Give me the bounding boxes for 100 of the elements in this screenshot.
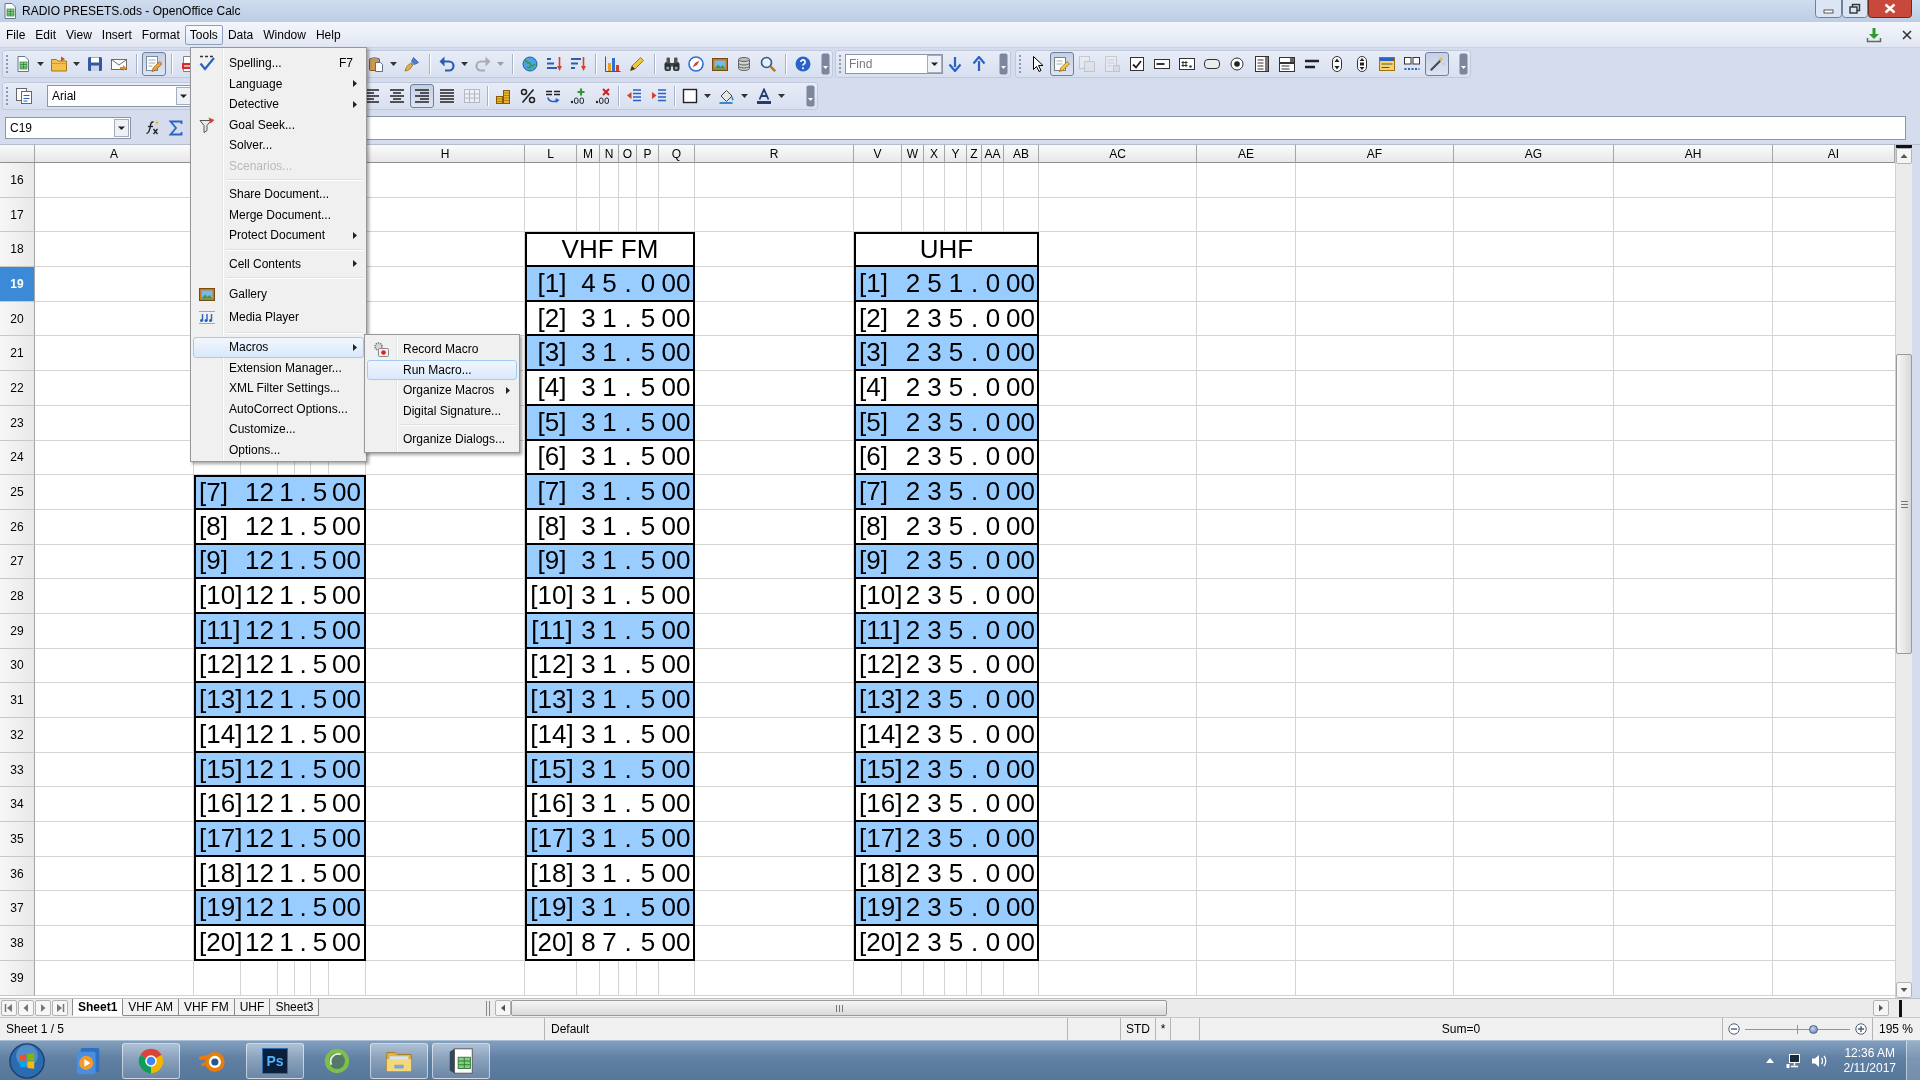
row-header[interactable]: 24: [0, 440, 35, 476]
menu-item[interactable]: Options...: [193, 439, 364, 460]
row-header[interactable]: 39: [0, 960, 35, 996]
pencil-page-icon[interactable]: [142, 52, 166, 76]
menu-item[interactable]: Record Macro: [367, 339, 517, 360]
menu-item[interactable]: Customize...: [193, 419, 364, 440]
speaker-icon[interactable]: [1810, 1052, 1827, 1069]
align-right-icon[interactable]: [409, 84, 434, 108]
coins-icon[interactable]: [494, 88, 511, 104]
row-header[interactable]: 21: [0, 336, 35, 372]
row-header[interactable]: 37: [0, 891, 35, 927]
column-header[interactable]: AG: [1454, 145, 1614, 163]
scroll-thumb[interactable]: [1896, 354, 1912, 654]
column-header[interactable]: AE: [1197, 145, 1296, 163]
menu-bar-item[interactable]: Edit: [30, 24, 62, 45]
menu-bar-item[interactable]: View: [61, 24, 97, 45]
list-box-icon[interactable]: [1253, 56, 1270, 72]
push-button-icon[interactable]: [1203, 56, 1220, 72]
dropdown-arrow-icon[interactable]: [461, 62, 468, 66]
triangle-left-icon[interactable]: [495, 1000, 511, 1016]
sheet-tab[interactable]: Sheet3: [270, 999, 320, 1016]
network-icon[interactable]: [1785, 1052, 1802, 1069]
slider-thumb[interactable]: [1808, 1024, 1818, 1034]
checkbox-icon[interactable]: [1128, 56, 1145, 72]
tray-arrow-icon[interactable]: [1765, 1058, 1774, 1063]
envelope-icon[interactable]: [111, 56, 127, 72]
globe-icon[interactable]: [522, 56, 538, 72]
magic-wand-icon[interactable]: [1424, 52, 1449, 76]
row-header[interactable]: 33: [0, 752, 35, 788]
menu-item[interactable]: Language: [193, 73, 364, 94]
paint-bucket-icon[interactable]: [718, 88, 735, 104]
sort-descending-icon[interactable]: [570, 56, 586, 72]
split-handle[interactable]: [1896, 145, 1912, 148]
compass-icon[interactable]: [688, 56, 704, 72]
menu-bar-item[interactable]: Help: [310, 24, 346, 45]
page-stack-icon[interactable]: [15, 88, 32, 104]
taskbar-button[interactable]: Ps: [246, 1042, 304, 1079]
column-header[interactable]: R: [695, 145, 854, 163]
menu-bar-item[interactable]: Format: [136, 24, 185, 45]
paintbrush-icon[interactable]: [404, 56, 420, 72]
column-header[interactable]: AC: [1039, 145, 1197, 163]
font-name-field[interactable]: Arial: [47, 85, 192, 107]
menu-item[interactable]: Organize Dialogs...: [367, 429, 517, 450]
help-icon[interactable]: [795, 56, 811, 72]
menu-bar-item[interactable]: Tools: [184, 24, 223, 45]
clipboard-icon[interactable]: [368, 56, 384, 72]
add-decimal-icon[interactable]: [569, 88, 586, 104]
column-header[interactable]: O: [619, 145, 637, 163]
dropdown-arrow-icon[interactable]: [73, 62, 80, 66]
column-header[interactable]: V: [854, 145, 902, 163]
sum-icon[interactable]: [168, 120, 184, 136]
column-header[interactable]: Y: [945, 145, 967, 163]
dropdown-arrow-icon[interactable]: [704, 94, 711, 98]
menu-item[interactable]: Media Player: [193, 305, 364, 329]
row-header[interactable]: 18: [0, 232, 35, 268]
column-header[interactable]: AF: [1296, 145, 1454, 163]
column-header[interactable]: X: [924, 145, 945, 163]
function-wizard-icon[interactable]: [144, 120, 160, 136]
row-header[interactable]: 19: [0, 267, 35, 302]
menu-item[interactable]: Goal Seek...: [193, 114, 364, 135]
binoculars-icon[interactable]: [664, 56, 680, 72]
menu-item[interactable]: Solver...: [193, 135, 364, 156]
font-color-icon[interactable]: [755, 88, 772, 104]
zoom-in-icon[interactable]: [1855, 1023, 1867, 1035]
dropdown-arrow-icon[interactable]: [741, 94, 748, 98]
menu-item[interactable]: Macros: [193, 337, 364, 358]
taskbar-button[interactable]: [432, 1042, 490, 1079]
radio-button-icon[interactable]: [1228, 56, 1245, 72]
menu-item[interactable]: Extension Manager...: [193, 357, 364, 378]
vertical-scrollbar[interactable]: [1895, 145, 1912, 998]
sheet-tab[interactable]: Sheet1: [72, 999, 124, 1016]
triangle-left-icon[interactable]: [18, 1000, 34, 1016]
row-header[interactable]: 23: [0, 405, 35, 441]
row-header[interactable]: 29: [0, 613, 35, 649]
undo-arrow-icon[interactable]: [439, 56, 455, 72]
menu-item[interactable]: XML Filter Settings...: [193, 378, 364, 399]
menu-item[interactable]: Merge Document...: [193, 204, 364, 225]
row-header[interactable]: 30: [0, 648, 35, 684]
menu-item[interactable]: Digital Signature...: [367, 400, 517, 421]
text-box-icon[interactable]: [1153, 56, 1170, 72]
menu-item[interactable]: Organize Macros: [367, 380, 517, 401]
menu-item[interactable]: Spelling... F7: [193, 53, 364, 74]
increase-indent-icon[interactable]: [650, 88, 667, 104]
split-handle[interactable]: [1899, 999, 1902, 1017]
row-header[interactable]: 35: [0, 822, 35, 857]
row-header[interactable]: 17: [0, 197, 35, 233]
triangle-right-icon[interactable]: [35, 1000, 51, 1016]
menu-bar-item[interactable]: Data: [222, 24, 259, 45]
column-header[interactable]: Z: [967, 145, 982, 163]
menu-item[interactable]: Run Macro...: [367, 359, 517, 380]
database-icon[interactable]: [736, 56, 752, 72]
percent-icon[interactable]: [519, 88, 536, 104]
dropdown-arrow-icon[interactable]: [390, 62, 397, 66]
menu-bar-item[interactable]: Insert: [96, 24, 137, 45]
group-box-icon[interactable]: [1403, 56, 1420, 72]
zoom-out-icon[interactable]: [1728, 1023, 1740, 1035]
triangle-down-icon[interactable]: [1896, 982, 1912, 998]
spreadsheet-page-icon[interactable]: [15, 56, 31, 72]
align-center-icon[interactable]: [388, 88, 405, 104]
formatted-field-icon[interactable]: [1178, 56, 1195, 72]
